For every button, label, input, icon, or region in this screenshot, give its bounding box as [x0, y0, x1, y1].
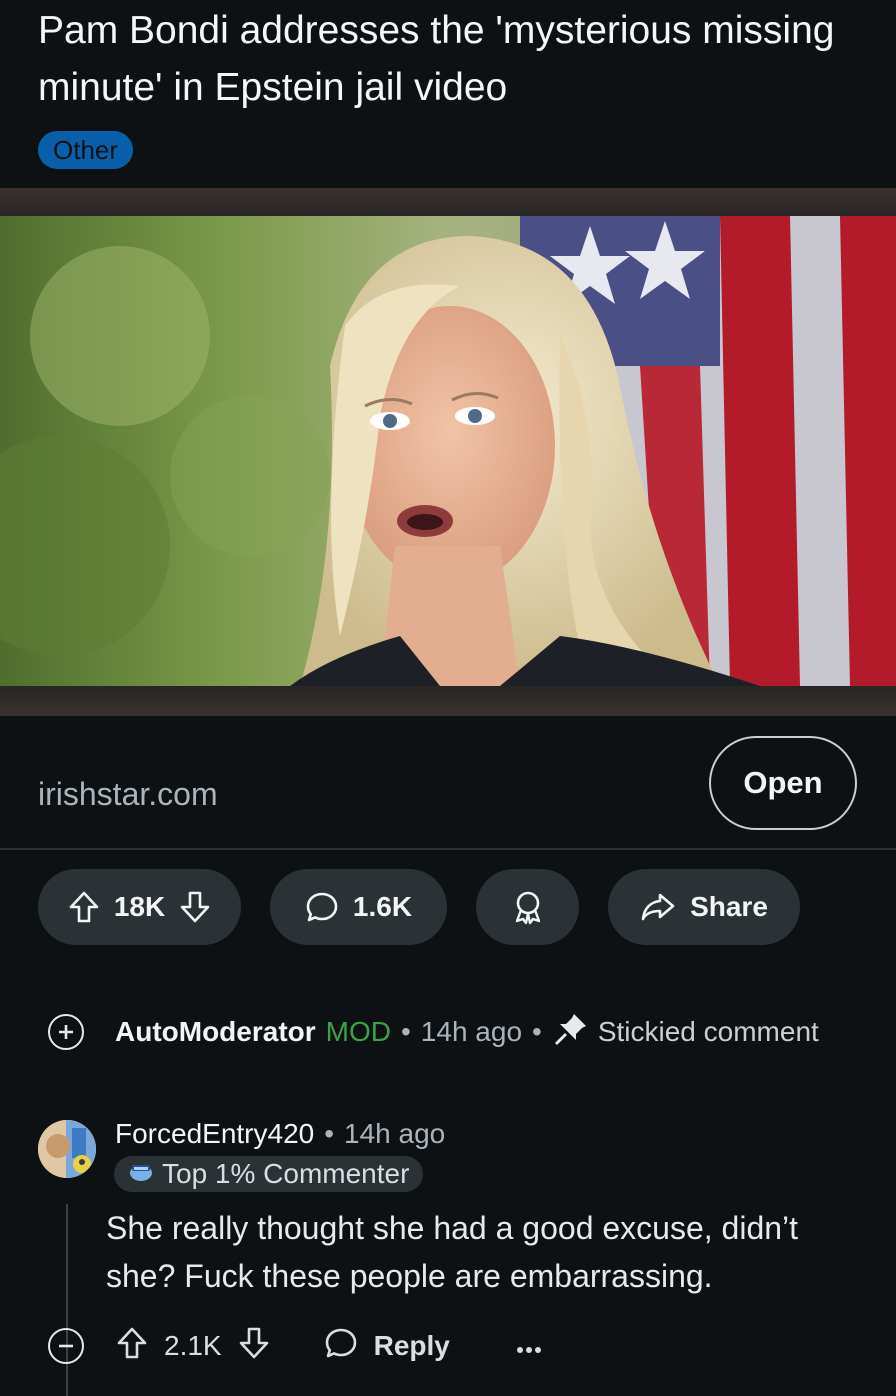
post-image[interactable]	[0, 216, 896, 686]
badge-label: Top 1% Commenter	[162, 1158, 410, 1189]
share-label: Share	[690, 891, 768, 922]
comment-score: 2.1K	[164, 1330, 222, 1361]
upvote-icon[interactable]	[116, 1326, 148, 1367]
reply-button[interactable]: Reply	[324, 1326, 450, 1367]
link-domain[interactable]: irishstar.com	[38, 776, 218, 813]
thread-line[interactable]	[66, 1204, 68, 1396]
badge-icon	[128, 1158, 154, 1190]
mod-username[interactable]: AutoModerator	[115, 1016, 316, 1048]
share-button[interactable]: Share	[608, 869, 800, 945]
comment-count: 1.6K	[352, 891, 413, 922]
share-icon	[640, 892, 676, 922]
commenter-badge[interactable]: Top 1% Commenter	[114, 1156, 424, 1192]
link-preview: irishstar.com Open	[0, 716, 896, 850]
post-title[interactable]: Pam Bondi addresses the 'mysterious miss…	[38, 2, 858, 116]
pin-icon	[552, 1010, 590, 1055]
post-flair[interactable]: Other	[38, 131, 134, 169]
award-icon	[511, 889, 545, 925]
comment-icon	[305, 890, 339, 924]
reply-label: Reply	[373, 1330, 450, 1361]
comments-button[interactable]: 1.6K	[270, 869, 447, 945]
avatar[interactable]	[38, 1120, 96, 1178]
mod-tag: MOD	[325, 1016, 391, 1047]
stickied-label: Stickied comment	[597, 1016, 819, 1047]
upvote-count: 18K	[113, 891, 166, 922]
separator-dot: •	[400, 1016, 411, 1047]
downvote-icon[interactable]	[238, 1326, 270, 1367]
comment-header: ForcedEntry420 • 14h ago	[115, 1118, 445, 1150]
comment-username[interactable]: ForcedEntry420	[115, 1118, 314, 1150]
comment-icon	[324, 1326, 358, 1367]
vote-pill: 18K	[38, 869, 241, 945]
downvote-icon[interactable]	[179, 890, 211, 924]
comment-body: She really thought she had a good excuse…	[106, 1210, 799, 1294]
upvote-icon[interactable]	[68, 890, 100, 924]
collapse-icon[interactable]	[48, 1328, 84, 1364]
separator-dot: •	[324, 1118, 335, 1149]
more-icon[interactable]	[516, 1330, 542, 1362]
open-link-button[interactable]: Open	[709, 736, 857, 830]
mod-comment-time: 14h ago	[420, 1016, 523, 1047]
separator-dot: •	[532, 1016, 542, 1047]
comment-time: 14h ago	[344, 1118, 446, 1149]
award-button[interactable]	[476, 869, 579, 945]
expand-icon[interactable]	[48, 1014, 84, 1050]
comment-actions: 2.1K Reply	[48, 1326, 542, 1366]
collapsed-mod-comment[interactable]: AutoModerator MOD • 14h ago • Stickied c…	[48, 1010, 819, 1054]
